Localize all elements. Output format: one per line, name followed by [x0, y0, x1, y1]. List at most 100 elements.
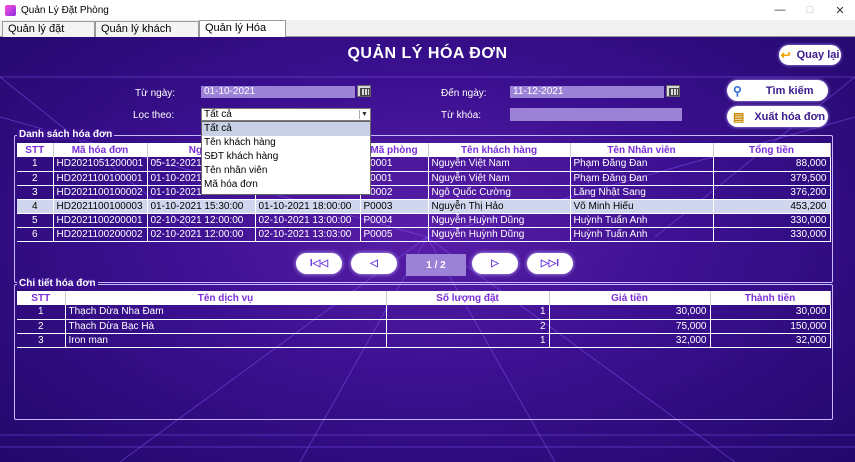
cell-price: 30,000	[549, 305, 711, 320]
cell-date-out: 02-10-2021 13:00:00	[255, 213, 361, 228]
cell-stt: 3	[17, 333, 66, 348]
export-button-label: Xuất hóa đơn	[754, 110, 826, 123]
tab-customers[interactable]: Quản lý khách hàng	[95, 21, 199, 50]
table-row[interactable]: 3 Iron man 1 32,000 32,000	[17, 333, 831, 348]
invoice-panel: QUẢN LÝ HÓA ĐƠN ↩ Quay lại Từ ngày: 01-1…	[0, 37, 855, 462]
filter-dropdown-list: Tất cả Tên khách hàng SĐT khách hàng Tên…	[201, 121, 371, 195]
col-total[interactable]: Tổng tiền	[713, 143, 831, 157]
cell-stt: 2	[17, 319, 66, 334]
cell-stt: 5	[17, 213, 54, 228]
chevron-down-icon[interactable]: ▼	[359, 110, 369, 119]
cell-stt: 6	[17, 227, 54, 242]
filter-by-label: Lọc theo:	[133, 110, 175, 121]
col-service-name[interactable]: Tên dịch vụ	[65, 291, 387, 305]
search-icon: ⚲	[733, 83, 742, 98]
page-title: QUẢN LÝ HÓA ĐƠN	[347, 45, 508, 62]
cell-stt: 2	[17, 171, 54, 186]
keyword-input[interactable]	[510, 108, 682, 121]
cell-stt: 4	[17, 199, 54, 214]
cell-customer: Nguyễn Huỳnh Dũng	[428, 213, 571, 228]
cell-invoice-id: HD2021100100002	[53, 185, 148, 200]
cell-room-id: P0004	[360, 213, 429, 228]
table-row-selected[interactable]: 4 HD2021100100003 01-10-2021 15:30:00 01-10…	[17, 199, 831, 214]
back-button[interactable]: ↩ Quay lại	[779, 45, 841, 65]
app-icon	[5, 4, 16, 16]
cell-employee: Phạm Đăng Đan	[570, 157, 714, 172]
col-stt[interactable]: STT	[17, 291, 66, 305]
filter-option-all[interactable]: Tất cả	[202, 122, 370, 136]
cell-date-in: 02-10-2021 12:00:00	[147, 227, 256, 242]
next-page-button[interactable]: ▷	[472, 253, 518, 274]
filter-option-customer-name[interactable]: Tên khách hàng	[202, 136, 370, 150]
tab-invoices[interactable]: Quản lý Hóa đơn	[199, 20, 286, 49]
filter-option-invoice-id[interactable]: Mã hóa đơn	[202, 178, 370, 192]
invoice-detail-title: Chi tiết hóa đơn	[17, 278, 98, 289]
to-date-field[interactable]: 11-12-2021	[510, 86, 664, 98]
invoice-list-title: Danh sách hóa đơn	[17, 129, 115, 140]
cell-stt: 1	[17, 157, 54, 172]
title-bar: Quản Lý Đặt Phòng — □ ✕	[0, 0, 855, 20]
cell-employee: Lăng Nhật Sang	[570, 185, 714, 200]
invoice-detail-table: STT Tên dịch vụ Số lượng đặt Giá tiền Th…	[17, 291, 831, 348]
close-button[interactable]: ✕	[825, 0, 855, 20]
filter-option-customer-phone[interactable]: SĐT khách hàng	[202, 150, 370, 164]
cell-customer: Nguyễn Thị Hảo	[428, 199, 571, 214]
from-date-field[interactable]: 01-10-2021	[201, 86, 355, 98]
last-page-button[interactable]: ▷▷I	[527, 253, 573, 274]
cell-amount: 150,000	[710, 319, 831, 334]
table-row[interactable]: 1 Thạch Dừa Nha Đam 1 30,000 30,000	[17, 305, 831, 320]
invoice-icon: ▤	[733, 109, 745, 124]
col-price[interactable]: Giá tiền	[549, 291, 711, 305]
cell-room-id: P0005	[360, 227, 429, 242]
table-row[interactable]: 3HD202110010000201-10-2021 15:00:0001-10…	[17, 185, 831, 200]
cell-customer: Nguyễn Việt Nam	[428, 171, 571, 186]
prev-page-button[interactable]: ◁	[351, 253, 397, 274]
table-row[interactable]: 5 HD2021100200001 02-10-2021 12:00:00 02-10…	[17, 213, 831, 228]
cell-quantity: 1	[386, 305, 550, 320]
from-calendar-icon[interactable]	[357, 85, 371, 97]
first-page-button[interactable]: I◁◁	[296, 253, 342, 274]
cell-invoice-id: HD2021100200002	[53, 227, 148, 242]
table-row[interactable]: 1 HD2021051200001 05-12-2021 P0001 Nguyễn Vi…	[17, 157, 831, 172]
cell-date-out: 01-10-2021 18:00:00	[255, 199, 361, 214]
cell-service-name: Thạch Dừa Nha Đam	[65, 305, 387, 320]
col-employee-name[interactable]: Tên Nhân viên	[570, 143, 714, 157]
cell-room-id: P0003	[360, 199, 429, 214]
search-button[interactable]: ⚲ Tìm kiếm	[727, 80, 828, 101]
cell-stt: 3	[17, 185, 54, 200]
window-title: Quản Lý Đặt Phòng	[21, 4, 109, 16]
cell-total: 330,000	[713, 227, 831, 242]
cell-total: 379,500	[713, 171, 831, 186]
col-amount[interactable]: Thành tiền	[710, 291, 831, 305]
col-invoice-id[interactable]: Mã hóa đơn	[53, 143, 148, 157]
cell-invoice-id: HD2021100100003	[53, 199, 148, 214]
filter-select[interactable]: Tất cả ▼	[201, 108, 371, 121]
minimize-button[interactable]: —	[765, 0, 795, 20]
col-quantity[interactable]: Số lượng đặt	[386, 291, 550, 305]
col-stt[interactable]: STT	[17, 143, 54, 157]
cell-quantity: 2	[386, 319, 550, 334]
tab-booking[interactable]: Quản lý đặt phòng	[2, 21, 95, 50]
filter-option-employee-name[interactable]: Tên nhân viên	[202, 164, 370, 178]
to-calendar-icon[interactable]	[666, 85, 680, 97]
back-arrow-icon: ↩	[780, 48, 791, 62]
back-button-label: Quay lại	[796, 49, 840, 61]
cell-total: 88,000	[713, 157, 831, 172]
cell-total: 330,000	[713, 213, 831, 228]
cell-stt: 1	[17, 305, 66, 320]
col-customer-name[interactable]: Tên khách hàng	[428, 143, 571, 157]
table-row[interactable]: 2 Thạch Dừa Bạc Hà 2 75,000 150,000	[17, 319, 831, 334]
maximize-button[interactable]: □	[795, 0, 825, 20]
table-row[interactable]: 6 HD2021100200002 02-10-2021 12:00:00 02-10…	[17, 227, 831, 242]
cell-customer: Ngô Quốc Cường	[428, 185, 571, 200]
detail-table-header: STT Tên dịch vụ Số lượng đặt Giá tiền Th…	[17, 291, 831, 305]
cell-service-name: Thạch Dừa Bạc Hà	[65, 319, 387, 334]
table-row[interactable]: 2 HD2021100100001 01-10-2021 P0001 Nguyễn Vi…	[17, 171, 831, 186]
cell-invoice-id: HD2021051200001	[53, 157, 148, 172]
cell-amount: 32,000	[710, 333, 831, 348]
from-date-label: Từ ngày:	[135, 88, 176, 99]
cell-employee: Huỳnh Tuấn Anh	[570, 213, 714, 228]
cell-customer: Nguyễn Việt Nam	[428, 157, 571, 172]
page-indicator: 1 / 2	[406, 254, 466, 276]
export-invoice-button[interactable]: ▤ Xuất hóa đơn	[727, 106, 828, 127]
